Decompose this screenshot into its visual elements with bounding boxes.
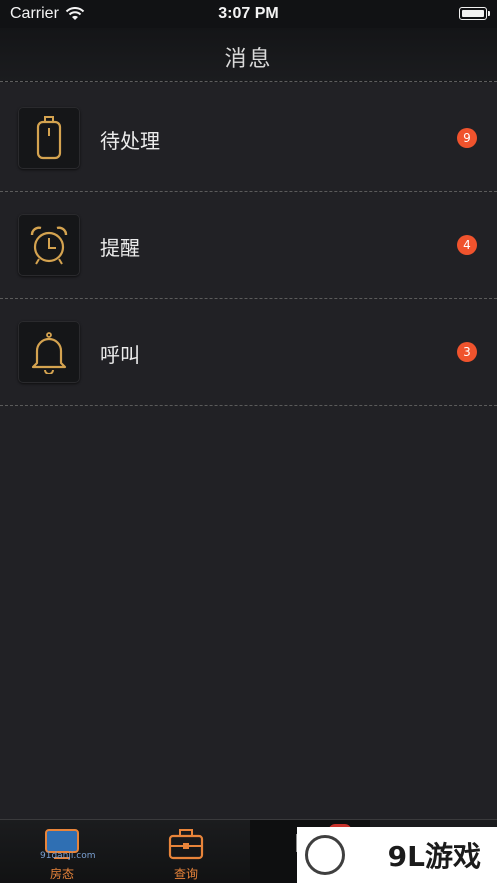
tab-label: 查询 (173, 867, 198, 881)
list-item-reminder[interactable]: 提醒 4 (0, 192, 497, 299)
bell-icon (18, 321, 80, 383)
status-bar: Carrier 3:07 PM (0, 0, 497, 28)
alarm-clock-icon (18, 214, 80, 276)
navigation-bar: 消息 (0, 28, 497, 82)
tab-label: 房态 (49, 867, 74, 881)
watermark-logo-icon (305, 835, 345, 875)
status-time: 3:07 PM (218, 5, 279, 22)
phone-icon (18, 107, 80, 169)
watermark: 9L游戏 (297, 827, 497, 883)
message-list: 待处理 9 提醒 4 呼叫 3 (0, 85, 497, 406)
list-item-label: 呼叫 (100, 343, 140, 367)
list-item-pending[interactable]: 待处理 9 (0, 85, 497, 192)
count-badge: 9 (457, 128, 477, 148)
count-badge: 3 (457, 342, 477, 362)
tab-query[interactable]: 查询 (144, 820, 228, 883)
list-item-label: 待处理 (100, 129, 160, 153)
list-item-call[interactable]: 呼叫 3 (0, 299, 497, 406)
battery-icon (459, 7, 490, 20)
page-title: 消息 (224, 47, 273, 72)
watermark-url: 91danji.com (40, 851, 96, 861)
watermark-text: 9L游戏 (387, 840, 481, 873)
briefcase-icon (168, 829, 204, 860)
list-item-label: 提醒 (100, 236, 140, 260)
count-badge: 4 (457, 235, 477, 255)
